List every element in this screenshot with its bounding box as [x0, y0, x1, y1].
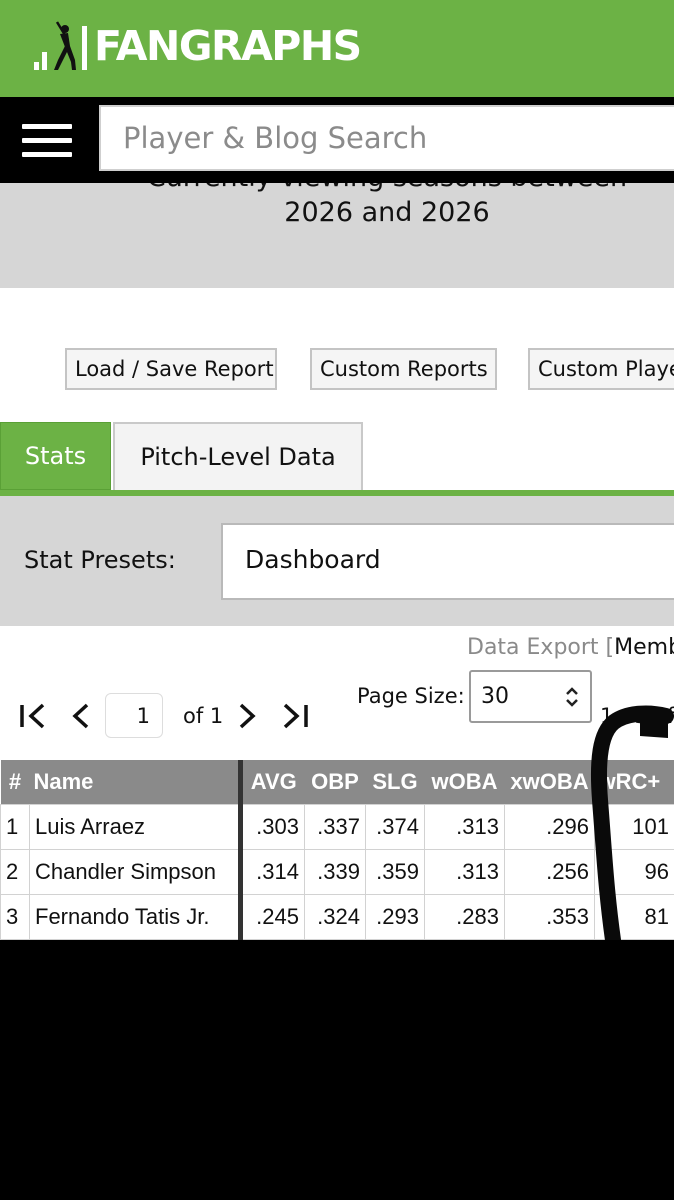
- column-header-woba[interactable]: wOBA: [424, 760, 505, 804]
- nav-bar: [0, 97, 674, 183]
- cell-obp: .324: [304, 893, 366, 940]
- column-header-xwoba[interactable]: xwOBA: [504, 760, 595, 804]
- tab-stats[interactable]: Stats: [0, 422, 111, 490]
- stats-table: # Name AVG OBP SLG wOBA xwOBA wRC+ 1 Lui…: [0, 760, 674, 940]
- page-size-label: Page Size:: [357, 684, 465, 708]
- cell-slg: .359: [365, 848, 425, 895]
- stat-presets-panel: Stat Presets: Dashboard: [0, 496, 674, 626]
- cell-xwoba: .296: [504, 803, 595, 850]
- prev-page-icon[interactable]: [70, 700, 92, 732]
- search-input[interactable]: [99, 105, 674, 171]
- cell-woba: .313: [424, 803, 505, 850]
- result-range-text: 1 - 3 of: [600, 704, 674, 728]
- stat-presets-select[interactable]: Dashboard: [221, 523, 674, 600]
- cell-obp: .339: [304, 848, 366, 895]
- cell-avg: .314: [238, 848, 305, 895]
- cell-wrc-plus: 101: [594, 803, 674, 850]
- column-header-obp[interactable]: OBP: [304, 760, 366, 804]
- cell-xwoba: .353: [504, 893, 595, 940]
- next-page-icon[interactable]: [236, 700, 258, 732]
- cell-avg: .303: [238, 803, 305, 850]
- logo-text: FANGRAPHS: [94, 21, 362, 70]
- table-row: 1 Luis Arraez .303 .337 .374 .313 .296 1…: [0, 803, 674, 850]
- column-header-slg[interactable]: SLG: [365, 760, 425, 804]
- data-export-link[interactable]: Data Export [Members: [467, 635, 674, 660]
- screen: FANGRAPHS Currently viewing seasons betw…: [0, 0, 674, 940]
- page-count-text: of 1: [183, 704, 224, 728]
- seasons-banner: Currently viewing seasons between 2026 a…: [0, 183, 674, 288]
- site-header: FANGRAPHS: [0, 0, 674, 97]
- cell-wrc-plus: 81: [594, 893, 674, 940]
- tab-pitch-level-data[interactable]: Pitch-Level Data: [113, 422, 363, 490]
- hamburger-menu-icon[interactable]: [22, 121, 74, 159]
- cell-slg: .374: [365, 803, 425, 850]
- custom-reports-button[interactable]: Custom Reports: [310, 348, 497, 390]
- stats-table-wrapper: # Name AVG OBP SLG wOBA xwOBA wRC+ 1 Lui…: [0, 760, 674, 940]
- player-name-link[interactable]: Chandler Simpson: [29, 848, 241, 895]
- cell-obp: .337: [304, 803, 366, 850]
- page-size-value: 30: [481, 684, 509, 709]
- cell-woba: .283: [424, 893, 505, 940]
- player-name-link[interactable]: Luis Arraez: [29, 803, 241, 850]
- cell-slg: .293: [365, 893, 425, 940]
- load-save-report-button[interactable]: Load / Save Report: [65, 348, 277, 390]
- members-link[interactable]: Members: [614, 635, 674, 660]
- seasons-text-line2: 2026 and 2026: [284, 197, 490, 228]
- row-rank: 2: [0, 848, 30, 895]
- table-header-row: # Name AVG OBP SLG wOBA xwOBA wRC+: [0, 760, 674, 804]
- page-size-select[interactable]: 30: [469, 670, 592, 723]
- column-header-avg[interactable]: AVG: [238, 760, 305, 804]
- row-rank: 1: [0, 803, 30, 850]
- row-rank: 3: [0, 893, 30, 940]
- data-export-label: Data Export [: [467, 635, 615, 660]
- table-row: 3 Fernando Tatis Jr. .245 .324 .293 .283…: [0, 893, 674, 940]
- fangraphs-logo[interactable]: FANGRAPHS: [34, 20, 362, 72]
- column-header-wrc-plus[interactable]: wRC+: [594, 760, 674, 804]
- cell-xwoba: .256: [504, 848, 595, 895]
- seasons-text-line1: Currently viewing seasons between: [0, 183, 674, 193]
- cell-wrc-plus: 96: [594, 848, 674, 895]
- last-page-icon[interactable]: [280, 700, 310, 732]
- column-header-name[interactable]: Name: [29, 760, 241, 804]
- table-row: 2 Chandler Simpson .314 .339 .359 .313 .…: [0, 848, 674, 895]
- stat-presets-label: Stat Presets:: [24, 546, 176, 574]
- select-chevron-icon: [566, 687, 578, 707]
- cell-woba: .313: [424, 848, 505, 895]
- custom-players-button[interactable]: Custom Players: [528, 348, 674, 390]
- batter-logo-icon: [34, 21, 87, 70]
- first-page-icon[interactable]: [18, 700, 48, 732]
- player-name-link[interactable]: Fernando Tatis Jr.: [29, 893, 241, 940]
- column-header-rank[interactable]: #: [0, 760, 30, 804]
- cell-avg: .245: [238, 893, 305, 940]
- page-number-input[interactable]: [105, 693, 163, 738]
